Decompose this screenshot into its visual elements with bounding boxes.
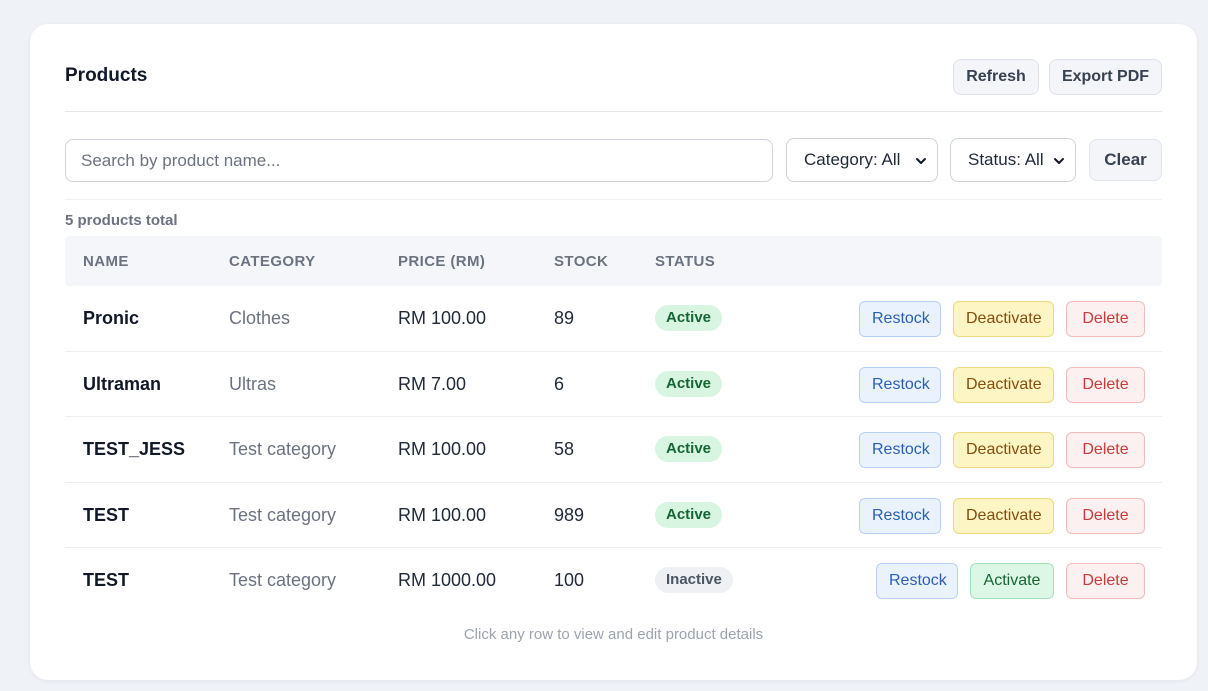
activate-button[interactable]: Activate [970, 563, 1054, 599]
export-pdf-button[interactable]: Export PDF [1049, 59, 1162, 95]
product-name: TEST [83, 504, 130, 525]
row-click-hint: Click any row to view and edit product d… [463, 626, 764, 643]
product-count: 5 products total [65, 212, 178, 229]
restock-button[interactable]: Restock [859, 497, 941, 534]
deactivate-button[interactable]: Deactivate [953, 497, 1054, 534]
delete-button[interactable]: Delete [1066, 301, 1145, 337]
column-header-category: CATEGORY [229, 253, 316, 270]
products-table: NAME CATEGORY PRICE (RM) STOCK STATUS Pr… [65, 236, 1162, 614]
product-price: RM 1000.00 [398, 570, 497, 590]
product-stock: 100 [554, 570, 585, 590]
table-row[interactable]: TEST Test category RM 1000.00 100 Inacti… [65, 548, 1162, 614]
deactivate-button[interactable]: Deactivate [953, 301, 1054, 337]
restock-button[interactable]: Restock [859, 432, 941, 468]
table-row[interactable]: TEST Test category RM 100.00 989 Active … [65, 483, 1162, 548]
row-actions: Restock Deactivate Delete [859, 497, 1145, 534]
refresh-button[interactable]: Refresh [953, 59, 1039, 95]
product-category: Test category [229, 504, 337, 525]
product-category: Test category [229, 570, 337, 590]
table-row[interactable]: TEST_JESS Test category RM 100.00 58 Act… [65, 417, 1162, 483]
restock-button[interactable]: Restock [859, 301, 941, 337]
status-badge: Active [655, 305, 723, 331]
restock-button[interactable]: Restock [876, 563, 958, 599]
product-price: RM 100.00 [398, 439, 487, 459]
table-header: NAME CATEGORY PRICE (RM) STOCK STATUS [65, 236, 1162, 286]
page-title: Products [65, 65, 148, 86]
product-price: RM 100.00 [398, 308, 487, 328]
product-name: TEST_JESS [83, 439, 186, 459]
page-header: Products Refresh Export PDF [65, 59, 1162, 112]
column-header-price: PRICE (RM) [398, 253, 486, 270]
status-select-value: Status: All [968, 150, 1044, 169]
deactivate-button[interactable]: Deactivate [953, 366, 1054, 403]
product-name: Ultraman [83, 373, 162, 394]
status-badge: Inactive [655, 567, 733, 593]
row-actions: Restock Deactivate Delete [859, 432, 1145, 468]
clear-filters-button[interactable]: Clear [1089, 139, 1162, 181]
category-select-value: Category: All [804, 150, 901, 169]
filter-bar: Category: All Status: All Clear [65, 138, 1162, 200]
product-price: RM 7.00 [398, 373, 467, 394]
product-category: Clothes [229, 308, 291, 328]
product-stock: 989 [554, 504, 585, 525]
column-header-status: STATUS [655, 253, 716, 270]
product-stock: 89 [554, 308, 575, 328]
delete-button[interactable]: Delete [1066, 497, 1145, 534]
delete-button[interactable]: Delete [1066, 366, 1145, 403]
delete-button[interactable]: Delete [1066, 563, 1145, 599]
product-category: Test category [229, 439, 337, 459]
row-actions: Restock Deactivate Delete [859, 366, 1145, 403]
chevron-down-icon [1054, 158, 1064, 164]
restock-button[interactable]: Restock [859, 366, 941, 403]
row-actions: Restock Deactivate Delete [859, 301, 1145, 337]
products-card: Products Refresh Export PDF Category: Al… [30, 24, 1197, 680]
category-select[interactable]: Category: All [786, 138, 938, 182]
chevron-down-icon [916, 158, 926, 164]
product-price: RM 100.00 [398, 504, 487, 525]
product-name: TEST [83, 570, 130, 590]
product-stock: 6 [554, 373, 565, 394]
product-name: Pronic [83, 308, 140, 328]
table-row[interactable]: Ultraman Ultras RM 7.00 6 Active Restock… [65, 352, 1162, 417]
row-actions: Restock Activate Delete [876, 563, 1145, 599]
table-row[interactable]: Pronic Clothes RM 100.00 89 Active Resto… [65, 286, 1162, 352]
search-input[interactable] [65, 139, 773, 182]
column-header-name: NAME [83, 253, 129, 270]
column-header-stock: STOCK [554, 253, 609, 270]
delete-button[interactable]: Delete [1066, 432, 1145, 468]
status-badge: Active [655, 436, 723, 462]
deactivate-button[interactable]: Deactivate [953, 432, 1054, 468]
product-category: Ultras [229, 373, 277, 394]
status-badge: Active [655, 501, 723, 528]
product-stock: 58 [554, 439, 575, 459]
status-badge: Active [655, 370, 723, 397]
status-select[interactable]: Status: All [950, 138, 1076, 182]
